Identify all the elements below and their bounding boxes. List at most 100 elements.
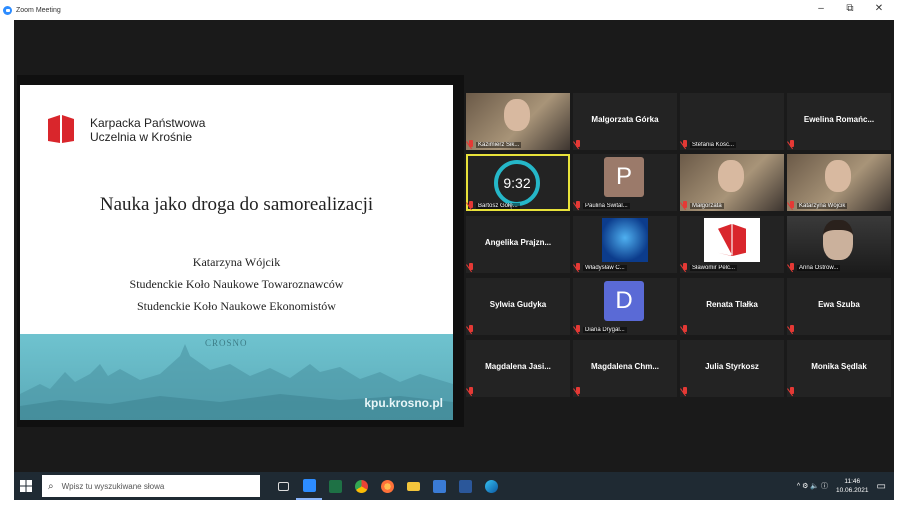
taskbar-explorer-app[interactable]	[400, 472, 426, 500]
taskbar-word-app[interactable]	[452, 472, 478, 500]
participant-tile[interactable]: Kazimierz Sik...	[466, 93, 570, 150]
participant-label: Diana Drygal...	[583, 327, 627, 333]
participant-tile[interactable]: Władysław C...	[573, 216, 677, 273]
muted-mic-icon	[683, 201, 687, 208]
windows-taskbar: ⌕ Wpisz tu wyszukiwane słowa ^ ⚙ 🔈 ⓘ 11:…	[14, 472, 894, 500]
timer-display: 9:32	[494, 160, 540, 206]
participant-label: Paulina Śwital...	[583, 203, 630, 209]
tray-icons[interactable]: ^ ⚙ 🔈 ⓘ	[797, 481, 828, 491]
participant-tile[interactable]: Angelika Prajzn...	[466, 216, 570, 273]
participant-label: Małgorzata	[690, 203, 724, 209]
edge-icon	[484, 479, 498, 493]
participant-name: Monika Sędlak	[811, 362, 867, 371]
taskbar-store-app[interactable]	[426, 472, 452, 500]
participant-tile[interactable]: Stefania Kośc...	[680, 93, 784, 150]
participant-label: Sławomir Pelc...	[690, 265, 738, 271]
participant-name: Sylwia Gudyka	[489, 300, 547, 309]
participant-photo	[823, 220, 853, 260]
banner-caption: CROSNO	[205, 338, 248, 348]
muted-mic-icon	[683, 263, 687, 270]
participant-tile[interactable]: Katarzyna Wójcik	[787, 154, 891, 211]
participant-name: Renata Tlałka	[706, 300, 758, 309]
participant-tile[interactable]: Sylwia Gudyka	[466, 278, 570, 335]
word-icon	[458, 479, 472, 493]
muted-mic-icon	[576, 140, 580, 147]
firefox-icon	[380, 479, 394, 493]
logo-text-line2: Uczelnia w Krośnie	[90, 130, 193, 144]
zoom-taskbar-icon	[302, 478, 316, 492]
participant-avatar: D	[604, 281, 644, 321]
participant-image	[602, 218, 648, 262]
slide-author: Katarzyna Wójcik	[192, 255, 281, 269]
screenshot-frame: Zoom Meeting – ⧉ ✕ Karpacka Państwowa Uc…	[0, 0, 897, 505]
participant-tile[interactable]: Anna Ostrow...	[787, 216, 891, 273]
participant-tile[interactable]: 9:32 Bartosz Gołę...	[466, 154, 570, 211]
folder-icon	[406, 481, 420, 491]
taskbar-chrome-app[interactable]	[348, 472, 374, 500]
participant-name: Magdalena Jasi...	[485, 362, 551, 371]
muted-mic-icon	[790, 387, 794, 394]
muted-mic-icon	[790, 263, 794, 270]
slide-url: kpu.krosno.pl	[364, 396, 443, 410]
participant-name: Ewelina Romańc...	[803, 115, 875, 124]
store-icon	[432, 479, 446, 493]
window-title: Zoom Meeting	[16, 6, 61, 14]
zoom-meeting-area: Karpacka Państwowa Uczelnia w Krośnie Na…	[14, 20, 894, 472]
minimize-button[interactable]: –	[814, 3, 828, 15]
clock-date: 10.06.2021	[836, 487, 869, 494]
muted-mic-icon	[469, 201, 473, 208]
muted-mic-icon	[576, 263, 580, 270]
taskbar-search-box[interactable]: ⌕ Wpisz tu wyszukiwane słowa	[42, 475, 260, 497]
participant-video	[718, 160, 744, 192]
participant-tile[interactable]: Ewelina Romańc...	[787, 93, 891, 150]
participant-label: Stefania Kośc...	[690, 142, 737, 148]
participant-tile[interactable]: Małgorzata	[680, 154, 784, 211]
taskbar-clock[interactable]: 11:46 10.06.2021	[836, 477, 869, 495]
participant-name: Magdalena Chm...	[590, 362, 659, 371]
taskbar-edge-app[interactable]	[478, 472, 504, 500]
search-placeholder: Wpisz tu wyszukiwane słowa	[61, 481, 165, 491]
chrome-icon	[354, 479, 368, 493]
muted-mic-icon	[790, 325, 794, 332]
participant-tile[interactable]: D Diana Drygal...	[573, 278, 677, 335]
title-bar: Zoom Meeting – ⧉ ✕	[0, 0, 897, 20]
participant-tile[interactable]: Ewa Szuba	[787, 278, 891, 335]
notifications-icon[interactable]: ▭	[877, 481, 886, 492]
taskbar-firefox-app[interactable]	[374, 472, 400, 500]
slide-title: Nauka jako droga do samorealizacji	[99, 194, 374, 215]
participant-tile[interactable]: Julia Styrkosz	[680, 340, 784, 397]
muted-mic-icon	[683, 140, 687, 147]
muted-mic-icon	[469, 263, 473, 270]
close-button[interactable]: ✕	[872, 3, 886, 15]
participant-avatar: P	[604, 157, 644, 197]
university-logo-icon	[704, 218, 760, 262]
muted-mic-icon	[576, 387, 580, 394]
participant-tile[interactable]: Renata Tlałka	[680, 278, 784, 335]
excel-icon	[328, 479, 342, 493]
participant-tile[interactable]: P Paulina Śwital...	[573, 154, 677, 211]
logo-text-line1: Karpacka Państwowa	[90, 116, 206, 130]
muted-mic-icon	[576, 325, 580, 332]
participant-tile[interactable]: Malgorzata Górka	[573, 93, 677, 150]
windows-start-button[interactable]	[14, 472, 38, 500]
participant-label: Kazimierz Sik...	[476, 142, 522, 148]
university-logo-icon	[48, 115, 74, 143]
participant-tile[interactable]: Magdalena Chm...	[573, 340, 677, 397]
participant-name: Julia Styrkosz	[705, 362, 759, 371]
taskbar-zoom-app[interactable]	[296, 472, 322, 500]
muted-mic-icon	[683, 387, 687, 394]
slide-line2: Studenckie Koło Naukowe Towaroznawców	[129, 277, 344, 291]
participant-tile[interactable]: Monika Sędlak	[787, 340, 891, 397]
muted-mic-icon	[469, 325, 473, 332]
system-tray: ^ ⚙ 🔈 ⓘ 11:46 10.06.2021 ▭	[797, 472, 886, 500]
participant-label: Władysław C...	[583, 265, 627, 271]
participant-name: Ewa Szuba	[818, 300, 860, 309]
participant-tile[interactable]: Sławomir Pelc...	[680, 216, 784, 273]
participant-video	[825, 160, 851, 192]
participant-name: Malgorzata Górka	[591, 115, 659, 124]
participant-video	[504, 99, 530, 131]
maximize-button[interactable]: ⧉	[843, 3, 857, 15]
participant-tile[interactable]: Magdalena Jasi...	[466, 340, 570, 397]
task-view-button[interactable]	[270, 472, 296, 500]
taskbar-excel-app[interactable]	[322, 472, 348, 500]
